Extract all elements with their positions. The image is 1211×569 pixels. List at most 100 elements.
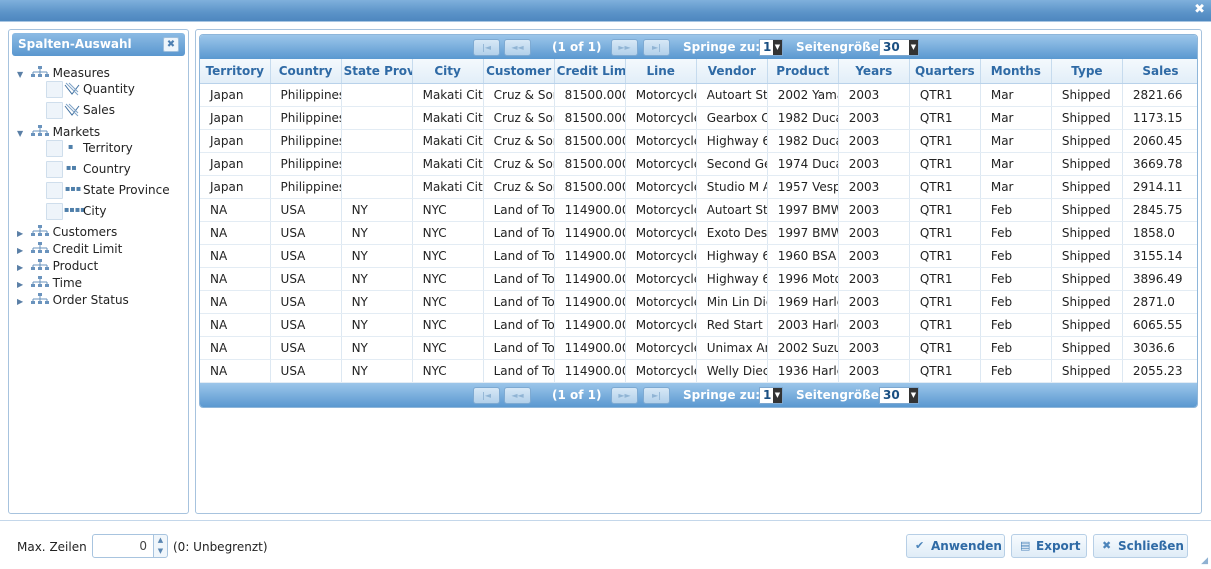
leaf-checkbox-city[interactable] [46, 203, 63, 220]
chevron-up-icon[interactable]: ▲ [154, 535, 167, 546]
panel-close-icon[interactable]: ✖ [163, 37, 179, 52]
table-row[interactable]: JapanPhilippines Makati CityCruz & Sons81… [200, 175, 1197, 199]
close-button-label: Schließen [1118, 539, 1184, 553]
column-header[interactable]: Credit Lim [554, 59, 626, 84]
leaf-checkbox-country[interactable] [46, 161, 63, 178]
leaf-checkbox-sales[interactable] [46, 102, 63, 119]
table-cell: Motorcycles [625, 336, 697, 360]
tree-leaf-city[interactable]: City [83, 203, 107, 220]
leaf-checkbox-territory[interactable] [46, 140, 63, 157]
page-size-select[interactable]: 30 ▼ [879, 39, 919, 56]
close-button[interactable]: ✖ Schließen [1093, 534, 1188, 558]
table-cell: QTR1 [909, 290, 981, 314]
tree-node-label: Credit Limit [52, 242, 123, 256]
last-page-button[interactable]: ►| [643, 387, 670, 404]
column-header[interactable]: Quarters [909, 59, 981, 84]
page-size-select[interactable]: 30 ▼ [879, 387, 919, 404]
leaf-checkbox-state-province[interactable] [46, 182, 63, 199]
column-header[interactable]: Territory [200, 59, 271, 84]
expand-arrow-icon[interactable]: ▶ [17, 276, 27, 293]
column-header[interactable]: Months [980, 59, 1052, 84]
table-cell: 2003 [838, 290, 910, 314]
table-cell: Japan [200, 129, 271, 153]
table-cell: 114900.0000 [554, 290, 626, 314]
expand-arrow-icon[interactable]: ▶ [17, 242, 27, 259]
tree-leaf-sales[interactable]: Sales [83, 102, 115, 119]
expand-arrow-icon[interactable]: ▶ [17, 259, 27, 276]
table-row[interactable]: NAUSANYNYCLand of Toys114900.0000Motorcy… [200, 267, 1197, 291]
tree-node-customers[interactable]: ▶ Customers [17, 224, 117, 241]
resize-handle-icon[interactable]: ◢ [1201, 556, 1208, 566]
next-page-button[interactable]: ►► [611, 387, 638, 404]
column-header[interactable]: Vendor [696, 59, 768, 84]
grid-header-row: Territory Country State Prov City Customer Cr… [200, 59, 1197, 84]
table-cell: Mar [980, 129, 1052, 153]
max-rows-stepper[interactable]: ▲ ▼ [153, 534, 168, 558]
prev-page-button[interactable]: ◄◄ [504, 39, 531, 56]
table-cell: 81500.0000 [554, 175, 626, 199]
column-header[interactable]: Type [1051, 59, 1123, 84]
table-cell: USA [270, 221, 342, 245]
column-header[interactable]: Product [767, 59, 839, 84]
column-header[interactable]: Line [625, 59, 697, 84]
max-rows-input[interactable] [92, 534, 154, 558]
table-row[interactable]: NAUSANYNYCLand of Toys114900.0000Motorcy… [200, 336, 1197, 360]
jump-to-select[interactable]: 1 ▼ [759, 387, 783, 404]
column-header[interactable]: Years [838, 59, 910, 84]
table-cell: NYC [412, 313, 484, 337]
column-header[interactable]: City [412, 59, 484, 84]
column-header[interactable]: Country [270, 59, 342, 84]
tree-node-time[interactable]: ▶ Time [17, 275, 82, 292]
column-header[interactable]: Customer [483, 59, 555, 84]
prev-page-button[interactable]: ◄◄ [504, 387, 531, 404]
table-row[interactable]: JapanPhilippines Makati CityCruz & Sons81… [200, 83, 1197, 107]
table-row[interactable]: NAUSANYNYCLand of Toys114900.0000Motorcy… [200, 198, 1197, 222]
table-cell: Land of Toys [483, 267, 555, 291]
expand-arrow-icon[interactable]: ▶ [17, 293, 27, 310]
table-row[interactable]: JapanPhilippines Makati CityCruz & Sons81… [200, 129, 1197, 153]
table-cell: USA [270, 359, 342, 383]
tree-leaf-state-province[interactable]: State Province [83, 182, 170, 199]
table-cell: Shipped [1051, 175, 1123, 199]
next-page-button[interactable]: ►► [611, 39, 638, 56]
table-row[interactable]: JapanPhilippines Makati CityCruz & Sons81… [200, 152, 1197, 176]
first-page-button[interactable]: |◄ [473, 39, 500, 56]
table-row[interactable]: NAUSANYNYCLand of Toys114900.0000Motorcy… [200, 359, 1197, 383]
tree-node-product[interactable]: ▶ Product [17, 258, 98, 275]
column-header[interactable]: Sales [1122, 59, 1197, 84]
tree-leaf-country[interactable]: Country [83, 161, 131, 178]
leaf-checkbox-quantity[interactable] [46, 81, 63, 98]
jump-to-select[interactable]: 1 ▼ [759, 39, 783, 56]
tree-node-measures[interactable]: ▼ Measures [17, 65, 110, 82]
table-cell: NA [200, 359, 271, 383]
tree-node-credit-limit[interactable]: ▶ Credit Limit [17, 241, 122, 258]
table-row[interactable]: JapanPhilippines Makati CityCruz & Sons81… [200, 106, 1197, 130]
expand-arrow-icon[interactable]: ▼ [17, 125, 27, 142]
table-cell: QTR1 [909, 359, 981, 383]
table-cell: 2003 [838, 129, 910, 153]
table-cell: Japan [200, 175, 271, 199]
table-cell: NY [341, 267, 413, 291]
table-row[interactable]: NAUSANYNYCLand of Toys114900.0000Motorcy… [200, 290, 1197, 314]
table-cell: Motorcycles [625, 244, 697, 268]
chevron-down-icon[interactable]: ▼ [154, 546, 167, 557]
table-row[interactable]: NAUSANYNYCLand of Toys114900.0000Motorcy… [200, 313, 1197, 337]
table-row[interactable]: NAUSANYNYCLand of Toys114900.0000Motorcy… [200, 221, 1197, 245]
tree-node-markets[interactable]: ▼ Markets [17, 124, 100, 141]
expand-arrow-icon[interactable]: ▼ [17, 66, 27, 83]
apply-button[interactable]: ✔ Anwenden [906, 534, 1005, 558]
tree-node-order-status[interactable]: ▶ Order Status [17, 292, 129, 309]
export-button[interactable]: ▤ Export [1011, 534, 1087, 558]
tree-leaf-quantity[interactable]: Quantity [83, 81, 135, 98]
close-icon[interactable]: ✖ [1194, 2, 1205, 17]
table-row[interactable]: NAUSANYNYCLand of Toys114900.0000Motorcy… [200, 244, 1197, 268]
table-cell: Feb [980, 198, 1052, 222]
expand-arrow-icon[interactable]: ▶ [17, 225, 27, 242]
tree-leaf-territory[interactable]: Territory [83, 140, 133, 157]
max-rows-hint: (0: Unbegrenzt) [173, 540, 268, 554]
pager-top: |◄ ◄◄ (1 of 1) ►► ►| Springe zu: 1 ▼ Seit… [200, 35, 1197, 59]
table-cell: 114900.0000 [554, 221, 626, 245]
column-header[interactable]: State Prov [341, 59, 413, 84]
last-page-button[interactable]: ►| [643, 39, 670, 56]
first-page-button[interactable]: |◄ [473, 387, 500, 404]
